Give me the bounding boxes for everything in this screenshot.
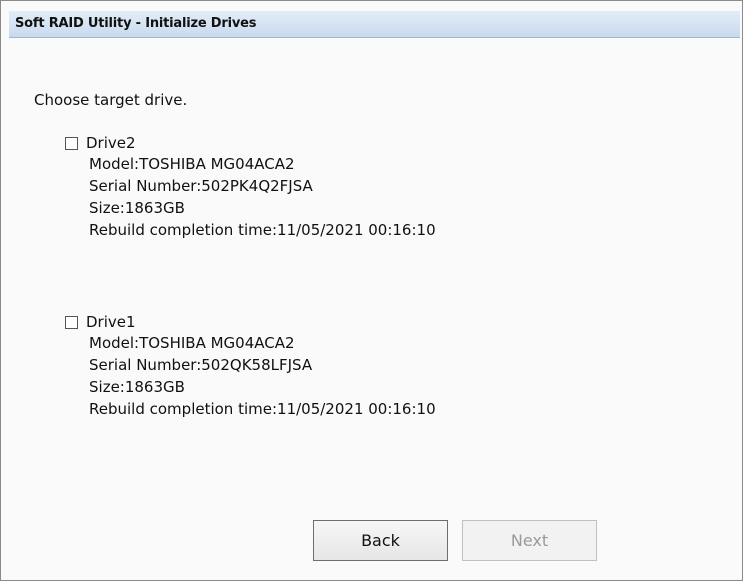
dialog-content <box>9 38 740 578</box>
drive-size: Size:1863GB <box>89 199 185 217</box>
drive-model: Model:TOSHIBA MG04ACA2 <box>89 155 295 173</box>
drive-rebuild-time: Rebuild completion time:11/05/2021 00:16… <box>89 400 436 418</box>
drive-size: Size:1863GB <box>89 378 185 396</box>
drive2-checkbox[interactable] <box>65 136 78 150</box>
drive-rebuild-time: Rebuild completion time:11/05/2021 00:16… <box>89 221 436 239</box>
drive1-checkbox[interactable] <box>65 315 78 329</box>
drive-item-drive2: Drive2 Model:TOSHIBA MG04ACA2 Serial Num… <box>65 133 436 241</box>
window-title: Soft RAID Utility - Initialize Drives <box>15 16 257 31</box>
next-button[interactable]: Next <box>462 520 597 561</box>
back-button[interactable]: Back <box>313 520 448 561</box>
dialog-window: Soft RAID Utility - Initialize Drives Ch… <box>0 0 743 581</box>
drive-serial: Serial Number:502QK58LFJSA <box>89 356 313 374</box>
prompt-text: Choose target drive. <box>34 91 188 109</box>
drive-model: Model:TOSHIBA MG04ACA2 <box>89 334 295 352</box>
drive-item-drive1: Drive1 Model:TOSHIBA MG04ACA2 Serial Num… <box>65 312 436 420</box>
title-bar[interactable]: Soft RAID Utility - Initialize Drives <box>9 11 740 38</box>
drive-name: Drive2 <box>86 134 136 152</box>
drive-serial: Serial Number:502PK4Q2FJSA <box>89 177 313 195</box>
drive-name: Drive1 <box>86 313 136 331</box>
